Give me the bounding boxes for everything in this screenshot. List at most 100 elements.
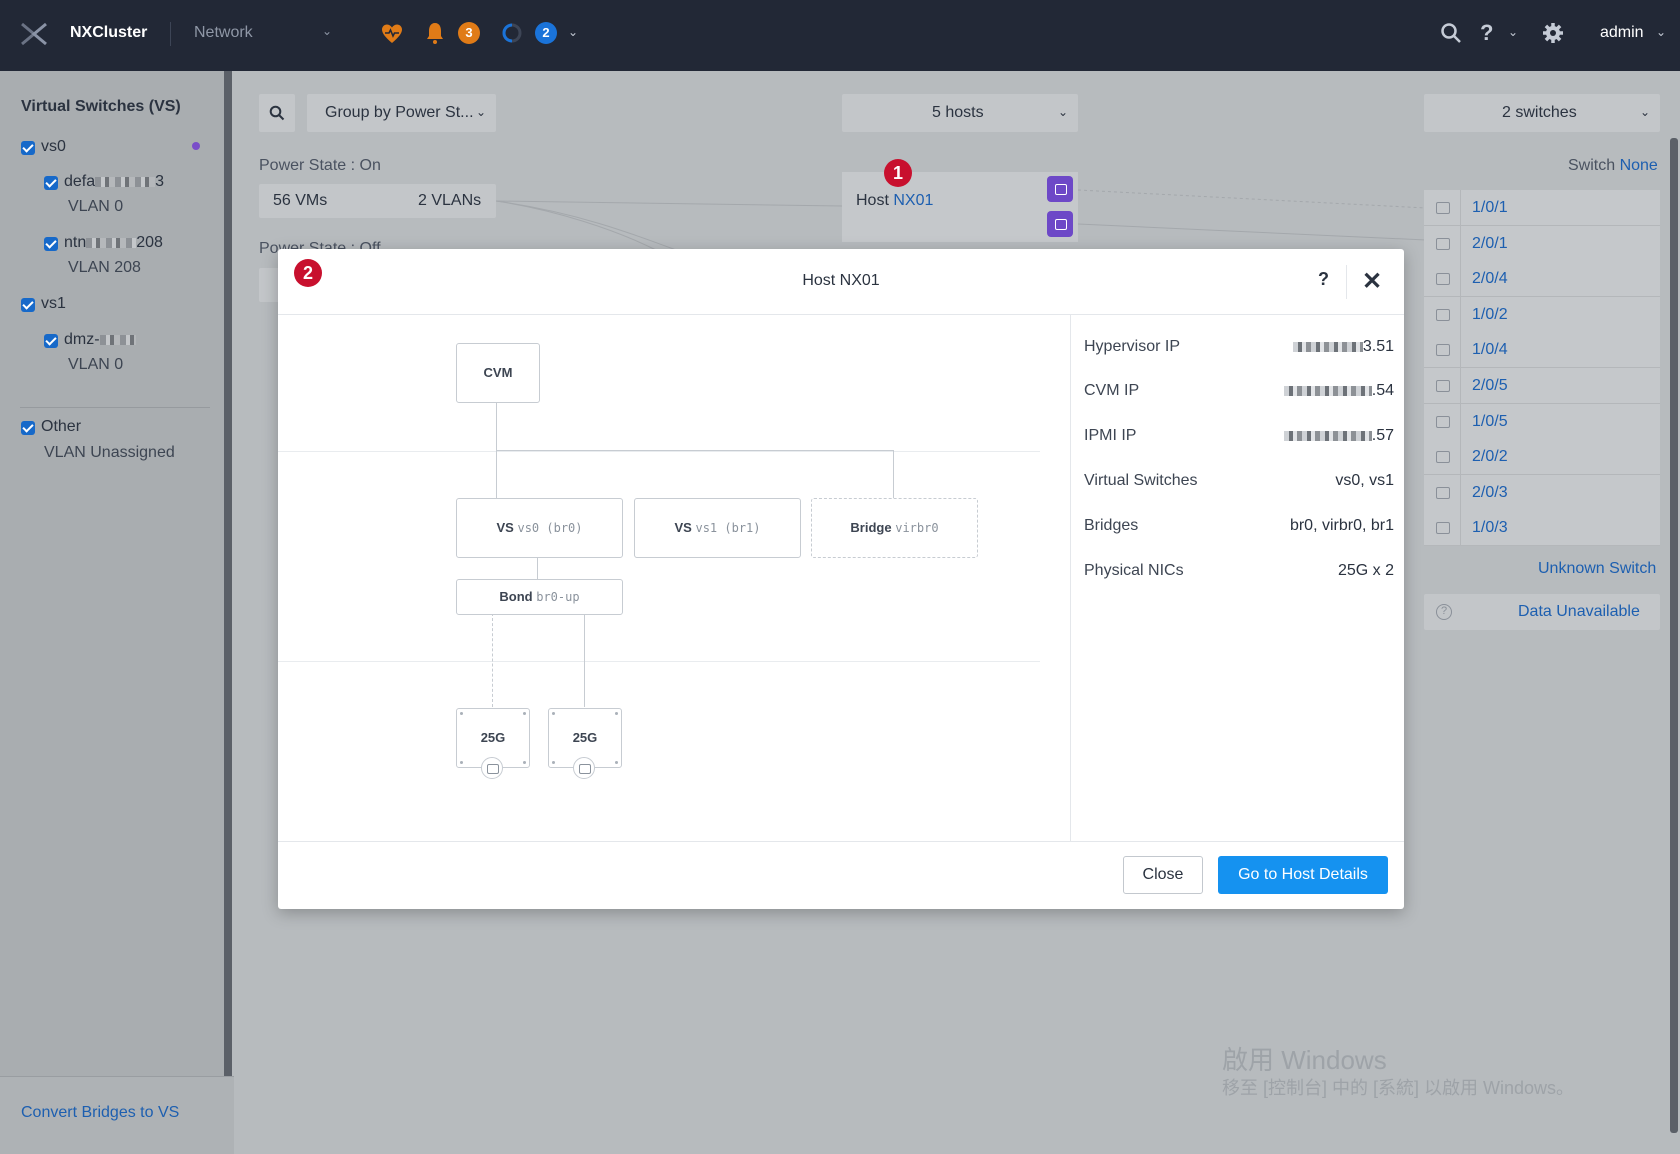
redacted-text — [86, 237, 137, 248]
connector-line — [496, 403, 497, 501]
network-ntn-checkbox[interactable] — [44, 237, 58, 251]
alerts-bell-icon[interactable] — [424, 21, 446, 45]
switch-port-row[interactable]: 1/0/3 — [1424, 510, 1660, 547]
redacted-text — [99, 334, 136, 345]
network-default-label[interactable]: defa 3 — [64, 173, 164, 191]
nutanix-logo-icon[interactable] — [20, 22, 48, 46]
switch-port-row[interactable]: 2/0/4 — [1424, 261, 1660, 298]
alerts-count-badge[interactable]: 3 — [458, 22, 480, 44]
divider — [1460, 332, 1461, 369]
vs1-label[interactable]: vs1 — [41, 295, 66, 313]
sidebar-scrollbar[interactable] — [224, 71, 232, 1076]
switch-port-row[interactable]: 2/0/3 — [1424, 474, 1660, 511]
switch-port-row[interactable]: 1/0/2 — [1424, 296, 1660, 333]
close-button[interactable]: Close — [1123, 856, 1203, 894]
vs1-checkbox[interactable] — [21, 298, 35, 312]
vs0-name: vs0 (br0) — [517, 521, 583, 535]
health-heart-icon[interactable] — [380, 22, 404, 46]
main-scrollbar[interactable] — [1670, 138, 1678, 1133]
switch-port-row[interactable]: 1/0/5 — [1424, 403, 1660, 440]
switches-label[interactable]: 2 switches — [1502, 104, 1577, 122]
help-icon[interactable]: ? — [1318, 269, 1329, 290]
search-icon[interactable] — [1440, 22, 1462, 44]
chevron-down-icon[interactable]: ⌄ — [322, 24, 332, 38]
switch-port-label[interactable]: 2/0/4 — [1472, 270, 1508, 288]
info-value: br0, virbr0, br1 — [1289, 517, 1394, 534]
switch-port-label[interactable]: 2/0/2 — [1472, 448, 1508, 466]
tasks-count-badge[interactable]: 2 — [535, 22, 557, 44]
network-dmz-vlan: VLAN 0 — [68, 356, 124, 373]
hosts-label[interactable]: 5 hosts — [932, 104, 984, 122]
chevron-down-icon[interactable]: ⌄ — [1656, 25, 1666, 39]
group-by-label[interactable]: Group by Power St... — [325, 104, 474, 122]
user-menu[interactable]: admin — [1600, 24, 1644, 42]
chevron-down-icon[interactable]: ⌄ — [1508, 25, 1518, 39]
vs0-type: VS — [496, 520, 514, 535]
vs0-status-dot — [192, 142, 200, 150]
info-virtual-switches: Virtual Switches vs0, vs1 — [1084, 472, 1394, 496]
switch-port-label[interactable]: 1/0/1 — [1472, 199, 1508, 217]
info-value: .54 — [1283, 382, 1394, 400]
vs0-label[interactable]: vs0 — [41, 138, 66, 156]
ethernet-port-icon — [1436, 451, 1450, 464]
network-dmz-label[interactable]: dmz- — [64, 331, 136, 349]
chevron-down-icon[interactable]: ⌄ — [476, 105, 486, 119]
switch-port-row[interactable]: 1/0/4 — [1424, 332, 1660, 369]
modal-footer: Close Go to Host Details — [278, 841, 1404, 909]
bond-name: br0-up — [536, 590, 580, 604]
help-icon[interactable]: ? — [1480, 20, 1493, 46]
chevron-down-icon[interactable]: ⌄ — [1640, 105, 1650, 119]
chevron-down-icon[interactable]: ⌄ — [568, 25, 578, 39]
vs1-node[interactable]: VS vs1 (br1) — [634, 498, 801, 558]
info-label: Physical NICs — [1084, 562, 1184, 579]
switch-port-label[interactable]: 1/0/3 — [1472, 519, 1508, 537]
cvm-node[interactable]: CVM — [456, 343, 540, 403]
switch-port-row[interactable]: 2/0/5 — [1424, 368, 1660, 404]
switch-port-label[interactable]: 1/0/2 — [1472, 306, 1508, 324]
gear-icon[interactable] — [1542, 22, 1564, 44]
convert-bridges-link[interactable]: Convert Bridges to VS — [21, 1104, 179, 1122]
host-nic-port-icon[interactable] — [1047, 211, 1073, 237]
go-to-host-details-button[interactable]: Go to Host Details — [1218, 856, 1388, 894]
network-dmz-checkbox[interactable] — [44, 334, 58, 348]
ethernet-port-icon — [1436, 202, 1450, 214]
switch-port-label[interactable]: 1/0/4 — [1472, 341, 1508, 359]
vlan-count[interactable]: 2 VLANs — [418, 192, 481, 210]
search-button[interactable] — [259, 94, 295, 132]
switch-port-row[interactable]: 1/0/1 — [1424, 190, 1660, 226]
switch-port-row[interactable]: 2/0/1 — [1424, 225, 1660, 262]
info-hypervisor-ip: Hypervisor IP 3.51 — [1084, 338, 1394, 362]
vs0-node[interactable]: VS vs0 (br0) — [456, 498, 623, 558]
vs0-checkbox[interactable] — [21, 141, 35, 155]
close-icon[interactable]: ✕ — [1360, 267, 1384, 295]
chevron-down-icon[interactable]: ⌄ — [1058, 105, 1068, 119]
switch-port-row[interactable]: 2/0/2 — [1424, 439, 1660, 476]
section-selector[interactable]: Network — [194, 24, 253, 42]
connector-line — [537, 558, 538, 580]
switch-port-label[interactable]: 1/0/5 — [1472, 413, 1508, 431]
connector-line — [584, 613, 585, 707]
tasks-progress-icon[interactable] — [502, 23, 522, 43]
network-default-checkbox[interactable] — [44, 176, 58, 190]
other-checkbox[interactable] — [21, 421, 35, 435]
host-card-label[interactable]: Host NX01 — [856, 192, 933, 210]
cluster-name[interactable]: NXCluster — [70, 24, 147, 42]
switch-port-label[interactable]: 2/0/3 — [1472, 484, 1508, 502]
network-ntn-label[interactable]: ntn 208 — [64, 234, 163, 252]
info-value: .57 — [1283, 427, 1394, 445]
bridge-node[interactable]: Bridge virbr0 — [811, 498, 978, 558]
other-label[interactable]: Other — [41, 418, 81, 436]
nic-speed-label: 25G — [480, 730, 506, 745]
connector-line — [893, 450, 894, 501]
vm-count[interactable]: 56 VMs — [273, 192, 327, 210]
connector-line — [496, 450, 893, 451]
divider — [1460, 261, 1461, 298]
unknown-switch-link[interactable]: Unknown Switch — [1538, 560, 1656, 578]
host-nic-port-icon[interactable] — [1047, 176, 1073, 202]
help-circle-icon: ? — [1436, 604, 1452, 620]
modal-header: 2 Host NX01 ? ✕ — [278, 249, 1404, 315]
switch-port-label[interactable]: 2/0/1 — [1472, 235, 1508, 253]
switch-filter[interactable]: Switch None — [1568, 157, 1658, 175]
bond-node[interactable]: Bond br0-up — [456, 579, 623, 615]
switch-port-label[interactable]: 2/0/5 — [1472, 377, 1508, 395]
